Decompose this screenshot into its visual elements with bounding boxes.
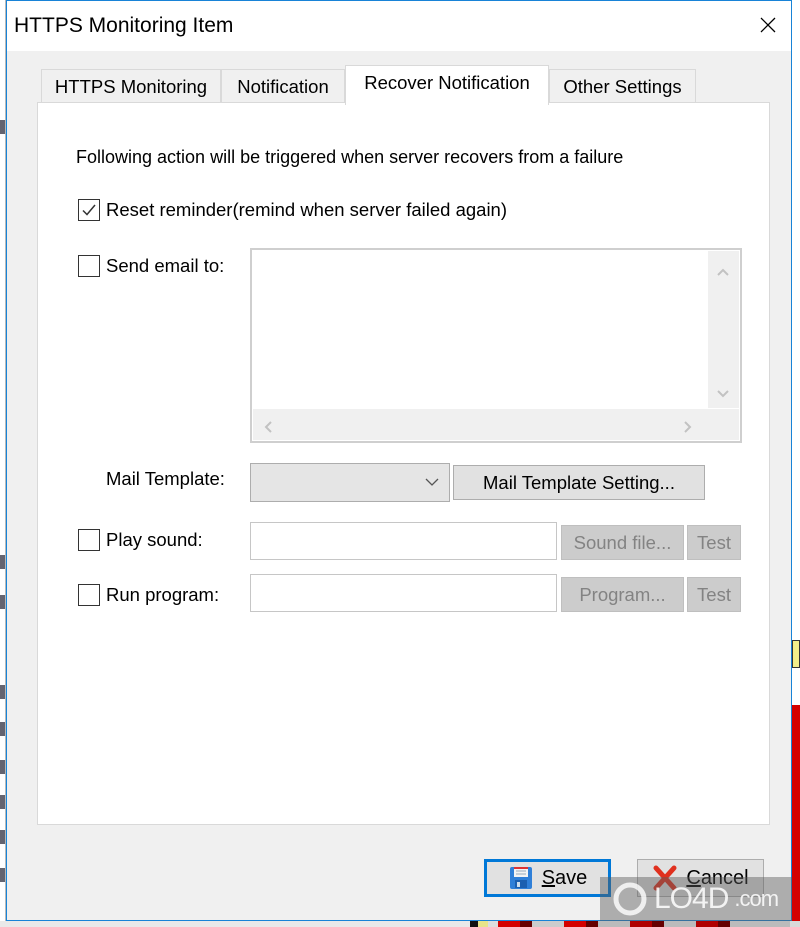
- recover-notification-panel: Following action will be triggered when …: [37, 102, 770, 825]
- run-program-checkbox[interactable]: [78, 584, 100, 606]
- program-button[interactable]: Program...: [561, 577, 684, 612]
- mail-template-setting-button[interactable]: Mail Template Setting...: [453, 465, 705, 500]
- scroll-left-arrow[interactable]: [261, 418, 275, 433]
- close-button[interactable]: [745, 1, 791, 49]
- reset-reminder-label[interactable]: Reset reminder(remind when server failed…: [106, 199, 507, 221]
- save-button-label: Save: [541, 866, 588, 889]
- sound-file-input[interactable]: [250, 522, 557, 560]
- tab-notification[interactable]: Notification: [221, 69, 345, 103]
- chevron-left-icon: [264, 421, 272, 433]
- tab-label: HTTPS Monitoring: [54, 75, 208, 97]
- tab-https-monitoring[interactable]: HTTPS Monitoring: [41, 69, 221, 103]
- description-text: Following action will be triggered when …: [76, 147, 624, 167]
- background-text-fragment: [0, 795, 5, 809]
- play-sound-label[interactable]: Play sound:: [106, 529, 203, 551]
- background-text-fragment: [0, 760, 5, 774]
- chevron-down-icon: [425, 478, 439, 486]
- background-text-fragment: [0, 595, 5, 609]
- scrollbar-corner: [708, 409, 739, 440]
- send-email-label[interactable]: Send email to:: [106, 255, 224, 277]
- background-red-bar: [792, 705, 800, 927]
- play-sound-checkbox[interactable]: [78, 529, 100, 551]
- horizontal-scrollbar[interactable]: [253, 409, 708, 440]
- lo4d-logo-icon: [613, 882, 647, 916]
- background-text-fragment: [0, 722, 5, 736]
- test-program-button[interactable]: Test: [687, 577, 741, 612]
- save-button[interactable]: Save: [484, 859, 611, 897]
- button-label: Test: [697, 583, 731, 605]
- close-icon: [760, 17, 776, 33]
- button-label: Mail Template Setting...: [483, 471, 675, 493]
- scroll-up-arrow[interactable]: [716, 263, 730, 277]
- scroll-down-arrow[interactable]: [716, 385, 730, 399]
- run-program-label[interactable]: Run program:: [106, 584, 219, 606]
- chevron-right-icon: [684, 421, 692, 433]
- chevron-down-icon: [717, 390, 729, 398]
- scroll-right-arrow[interactable]: [681, 418, 695, 433]
- button-label: Program...: [579, 583, 666, 605]
- button-label: Sound file...: [573, 531, 672, 553]
- reset-reminder-checkbox[interactable]: [78, 199, 100, 221]
- title-bar: HTTPS Monitoring Item: [7, 1, 791, 51]
- tab-label: Other Settings: [563, 75, 682, 97]
- send-email-checkbox[interactable]: [78, 255, 100, 277]
- background-text-fragment: [0, 120, 5, 134]
- chevron-up-icon: [717, 268, 729, 276]
- tab-label: Notification: [237, 75, 329, 97]
- background-highlight: [792, 640, 800, 668]
- background-window-right-edge: [792, 0, 800, 927]
- sound-file-button[interactable]: Sound file...: [561, 525, 684, 560]
- mail-template-label: Mail Template:: [106, 468, 225, 489]
- background-text-fragment: [0, 555, 5, 569]
- floppy-disk-icon: [509, 867, 532, 889]
- watermark-brand: LO4D: [654, 882, 729, 915]
- watermark-suffix: .com: [734, 886, 779, 911]
- test-sound-button[interactable]: Test: [687, 525, 741, 560]
- background-text-fragment: [0, 868, 5, 882]
- program-path-input[interactable]: [250, 574, 557, 612]
- background-window-bottom-edge: [0, 921, 800, 927]
- https-monitoring-item-dialog: HTTPS Monitoring Item HTTPS Monitoring N…: [6, 0, 792, 921]
- tab-label: Recover Notification: [364, 72, 530, 93]
- background-text-fragment: [0, 685, 5, 699]
- background-text-fragment: [0, 830, 5, 844]
- email-recipients-textarea[interactable]: [250, 248, 742, 443]
- lo4d-watermark: LO4D .com: [600, 877, 792, 921]
- checkmark-icon: [82, 204, 96, 216]
- vertical-scrollbar[interactable]: [708, 251, 739, 408]
- tab-recover-notification[interactable]: Recover Notification: [345, 65, 549, 105]
- mail-template-dropdown[interactable]: [250, 463, 450, 502]
- window-title: HTTPS Monitoring Item: [14, 14, 234, 37]
- tab-other-settings[interactable]: Other Settings: [549, 69, 696, 103]
- button-label: Test: [697, 531, 731, 553]
